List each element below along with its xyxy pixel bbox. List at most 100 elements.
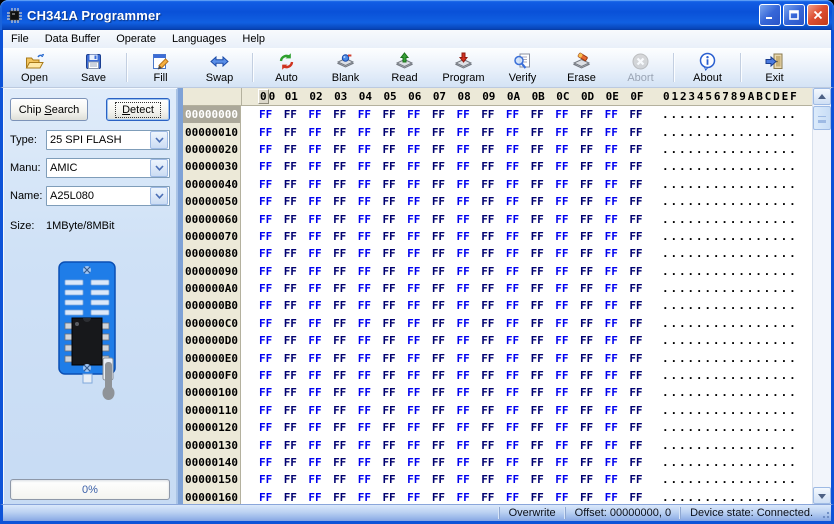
ascii-cell[interactable]: ................ <box>662 369 798 382</box>
ascii-cell[interactable]: ................ <box>662 317 798 330</box>
byte-cell[interactable]: FF <box>358 317 383 330</box>
byte-cell[interactable]: FF <box>407 317 432 330</box>
byte-cell[interactable]: FF <box>308 352 333 365</box>
byte-cell[interactable]: FF <box>333 456 358 469</box>
scrollbar-track[interactable] <box>813 130 831 487</box>
byte-cell[interactable]: FF <box>457 439 482 452</box>
byte-cell[interactable]: FF <box>259 439 284 452</box>
byte-cell[interactable]: FF <box>284 317 309 330</box>
byte-cell[interactable]: FF <box>580 178 605 191</box>
byte-cell[interactable]: FF <box>284 178 309 191</box>
chip-search-button[interactable]: Chip Search <box>10 98 88 121</box>
byte-cell[interactable]: FF <box>382 334 407 347</box>
byte-cell[interactable]: FF <box>432 334 457 347</box>
byte-cell[interactable]: FF <box>580 108 605 121</box>
blank-button[interactable]: Blank <box>316 48 375 87</box>
byte-cell[interactable]: FF <box>333 126 358 139</box>
byte-cell[interactable]: FF <box>457 143 482 156</box>
byte-cell[interactable]: FF <box>333 473 358 486</box>
byte-cell[interactable]: FF <box>308 282 333 295</box>
byte-cell[interactable]: FF <box>284 386 309 399</box>
byte-cell[interactable]: FF <box>580 126 605 139</box>
byte-cell[interactable]: FF <box>358 230 383 243</box>
ascii-cell[interactable]: ................ <box>662 404 798 417</box>
byte-cell[interactable]: FF <box>308 143 333 156</box>
byte-cell[interactable]: FF <box>358 369 383 382</box>
byte-cell[interactable]: FF <box>605 317 630 330</box>
byte-cell[interactable]: FF <box>259 108 284 121</box>
byte-cell[interactable]: FF <box>432 352 457 365</box>
byte-cell[interactable]: FF <box>629 491 654 504</box>
byte-cell[interactable]: FF <box>284 421 309 434</box>
byte-cell[interactable]: FF <box>531 386 556 399</box>
byte-cell[interactable]: FF <box>382 317 407 330</box>
byte-cell[interactable]: FF <box>555 491 580 504</box>
byte-cell[interactable]: FF <box>284 473 309 486</box>
byte-cell[interactable]: FF <box>432 178 457 191</box>
ascii-cell[interactable]: ................ <box>662 213 798 226</box>
chevron-down-icon[interactable] <box>150 187 168 205</box>
byte-cell[interactable]: FF <box>555 108 580 121</box>
byte-cell[interactable]: FF <box>308 178 333 191</box>
byte-cell[interactable]: FF <box>407 143 432 156</box>
byte-cell[interactable]: FF <box>382 299 407 312</box>
byte-cell[interactable]: FF <box>358 178 383 191</box>
byte-cell[interactable]: FF <box>481 404 506 417</box>
byte-cell[interactable]: FF <box>605 265 630 278</box>
byte-cell[interactable]: FF <box>432 317 457 330</box>
ascii-cell[interactable]: ................ <box>662 108 798 121</box>
byte-cell[interactable]: FF <box>506 108 531 121</box>
byte-cell[interactable]: FF <box>407 160 432 173</box>
byte-cell[interactable]: FF <box>605 421 630 434</box>
menu-item-operate[interactable]: Operate <box>108 31 164 48</box>
byte-cell[interactable]: FF <box>333 143 358 156</box>
byte-cell[interactable]: FF <box>382 369 407 382</box>
menu-item-help[interactable]: Help <box>234 31 273 48</box>
byte-cell[interactable]: FF <box>629 386 654 399</box>
close-button[interactable] <box>807 4 829 26</box>
byte-cell[interactable]: FF <box>432 491 457 504</box>
byte-cell[interactable]: FF <box>432 299 457 312</box>
byte-cell[interactable]: FF <box>580 456 605 469</box>
byte-cell[interactable]: FF <box>605 213 630 226</box>
byte-cell[interactable]: FF <box>358 473 383 486</box>
byte-cell[interactable]: FF <box>506 247 531 260</box>
byte-cell[interactable]: FF <box>457 126 482 139</box>
ascii-cell[interactable]: ................ <box>662 143 798 156</box>
byte-cell[interactable]: FF <box>531 143 556 156</box>
byte-cell[interactable]: FF <box>506 230 531 243</box>
byte-cell[interactable]: FF <box>333 299 358 312</box>
byte-cell[interactable]: FF <box>555 230 580 243</box>
byte-cell[interactable]: FF <box>308 421 333 434</box>
byte-cell[interactable]: FF <box>457 334 482 347</box>
byte-cell[interactable]: FF <box>457 299 482 312</box>
byte-cell[interactable]: FF <box>432 369 457 382</box>
byte-cell[interactable]: FF <box>407 195 432 208</box>
byte-cell[interactable]: FF <box>605 491 630 504</box>
byte-cell[interactable]: FF <box>259 473 284 486</box>
program-button[interactable]: Program <box>434 48 493 87</box>
byte-cell[interactable]: FF <box>382 213 407 226</box>
scroll-up-button[interactable] <box>813 88 831 105</box>
byte-cell[interactable]: FF <box>358 439 383 452</box>
byte-cell[interactable]: FF <box>259 178 284 191</box>
byte-cell[interactable]: FF <box>432 282 457 295</box>
byte-cell[interactable]: FF <box>308 456 333 469</box>
byte-cell[interactable]: FF <box>407 386 432 399</box>
byte-cell[interactable]: FF <box>481 421 506 434</box>
byte-cell[interactable]: FF <box>629 421 654 434</box>
byte-cell[interactable]: FF <box>284 143 309 156</box>
byte-cell[interactable]: FF <box>308 491 333 504</box>
byte-cell[interactable]: FF <box>457 421 482 434</box>
byte-cell[interactable]: FF <box>531 352 556 365</box>
scroll-down-button[interactable] <box>813 487 831 504</box>
byte-cell[interactable]: FF <box>481 160 506 173</box>
ascii-cell[interactable]: ................ <box>662 265 798 278</box>
byte-cell[interactable]: FF <box>333 265 358 278</box>
byte-cell[interactable]: FF <box>407 369 432 382</box>
byte-cell[interactable]: FF <box>481 282 506 295</box>
byte-cell[interactable]: FF <box>432 195 457 208</box>
byte-cell[interactable]: FF <box>432 386 457 399</box>
byte-cell[interactable]: FF <box>629 369 654 382</box>
byte-cell[interactable]: FF <box>457 456 482 469</box>
